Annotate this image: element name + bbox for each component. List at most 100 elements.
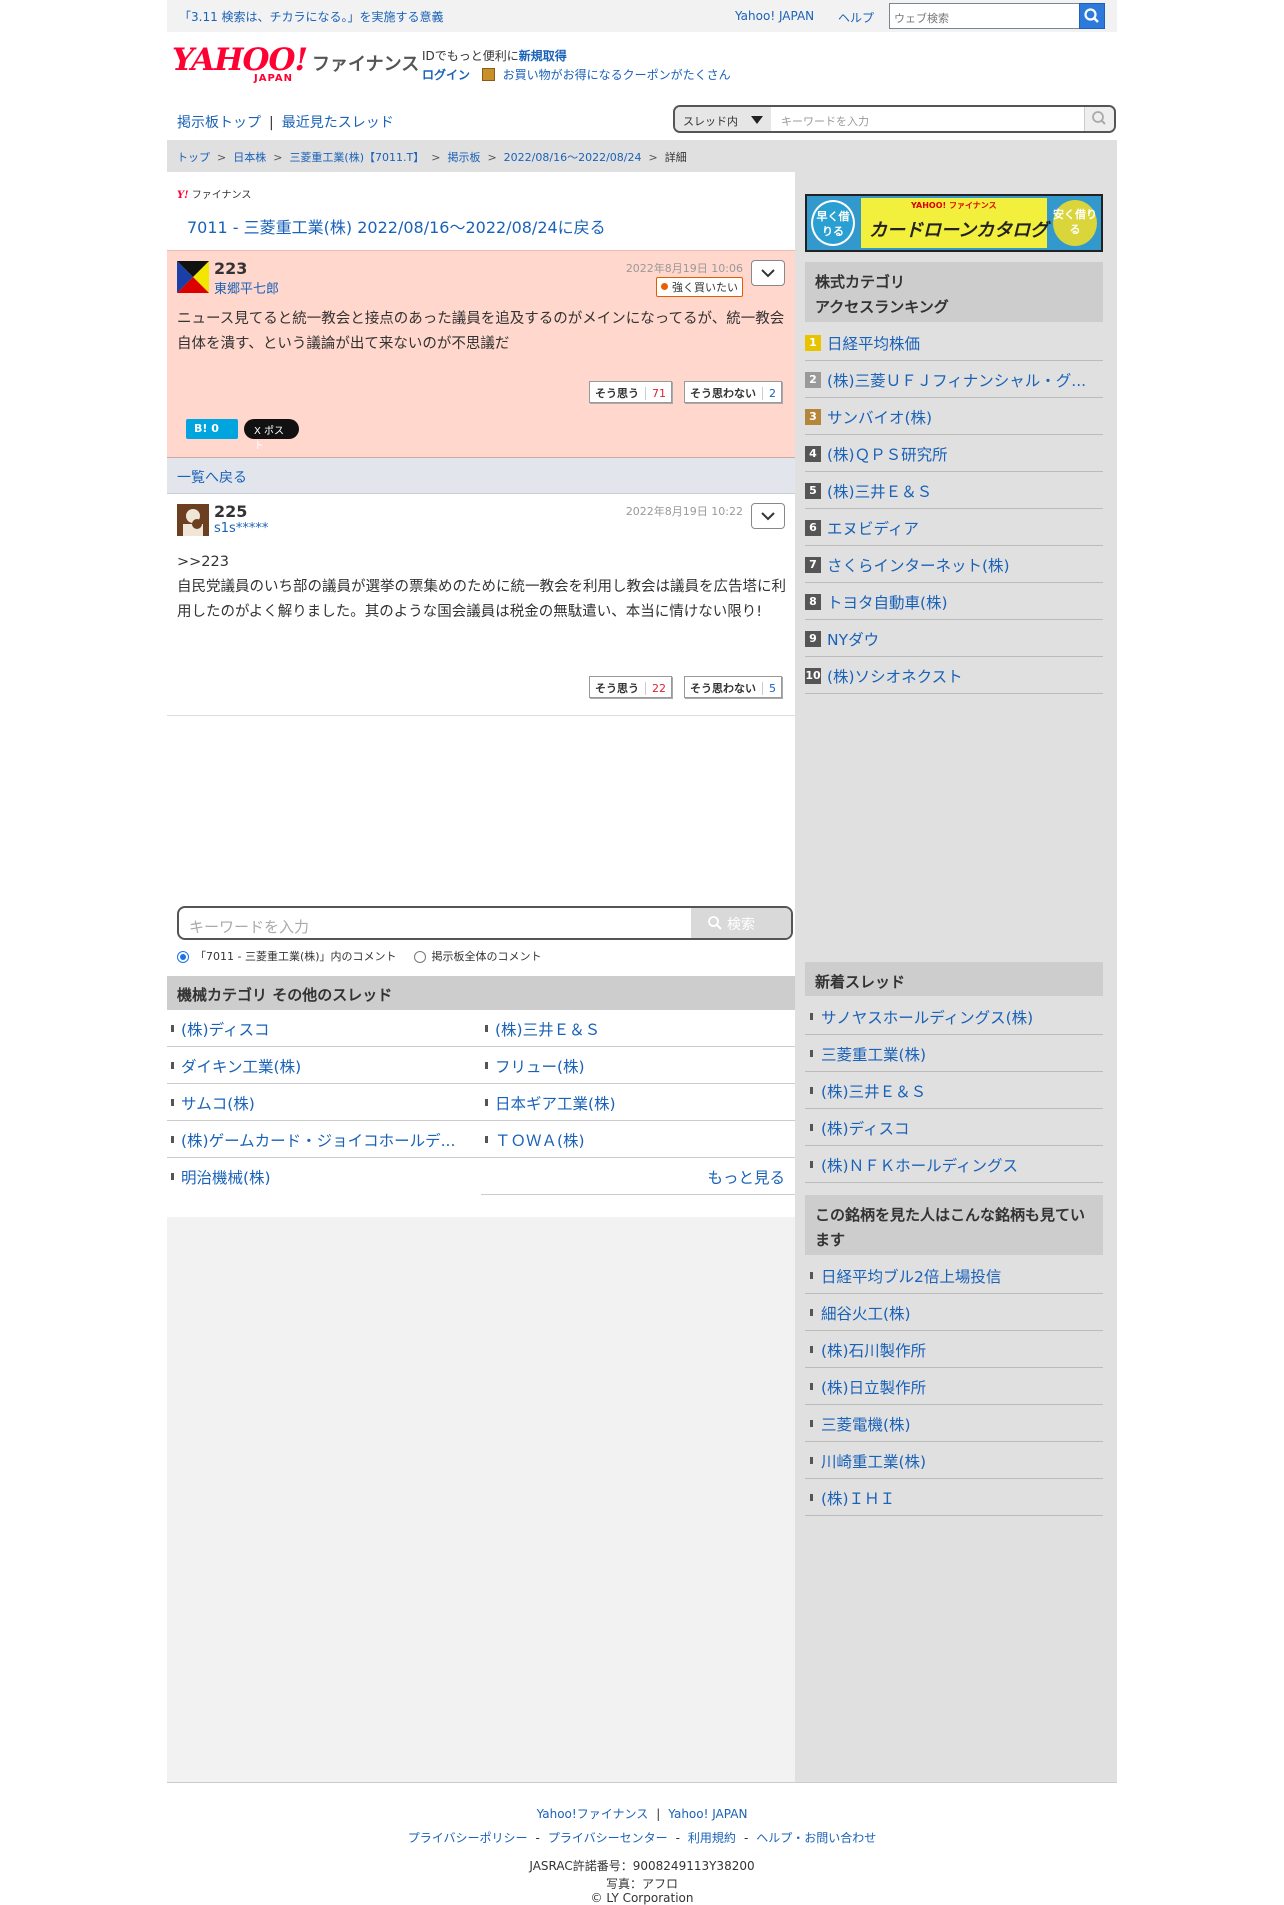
also-viewed-link[interactable]: 日経平均ブル2倍上場投信 xyxy=(805,1257,1103,1294)
other-thread-link[interactable]: フリュー(株) xyxy=(481,1047,795,1084)
new-thread-link[interactable]: (株)三井Ｅ＆Ｓ xyxy=(805,1072,1103,1109)
ranking-item-label: (株)三菱ＵＦＪフィナンシャル・グ... xyxy=(827,372,1087,390)
other-thread-link[interactable]: サムコ(株) xyxy=(167,1084,481,1121)
id-area: IDでもっと便利に新規取得 ログイン お買い物がお得になるクーポンがたくさん xyxy=(422,47,731,85)
ranking-item[interactable]: 8 トヨタ自動車(株) xyxy=(805,583,1103,620)
search-scope-value: スレッド内 xyxy=(683,115,738,128)
new-thread-link[interactable]: 三菱重工業(株) xyxy=(805,1035,1103,1072)
yahoo-japan-link[interactable]: Yahoo! JAPAN xyxy=(735,9,814,23)
hatena-bookmark-button[interactable]: B! 0 xyxy=(186,419,238,439)
disagree-button[interactable]: そう思わない 5 xyxy=(684,676,782,698)
rank-number: 3 xyxy=(805,409,821,425)
also-viewed-link[interactable]: 細谷火工(株) xyxy=(805,1294,1103,1331)
other-thread-link[interactable]: 日本ギア工業(株) xyxy=(481,1084,795,1121)
new-thread-link[interactable]: サノヤスホールディングス(株) xyxy=(805,998,1103,1035)
other-thread-link[interactable]: (株)三井Ｅ＆Ｓ xyxy=(481,1010,795,1047)
ranking-item[interactable]: 9 NYダウ xyxy=(805,620,1103,657)
login-link[interactable]: ログイン xyxy=(422,68,470,82)
breadcrumb-japan-stocks[interactable]: 日本株 xyxy=(233,151,266,164)
coupon-icon xyxy=(481,68,495,81)
search-scope-select[interactable]: スレッド内 xyxy=(675,107,771,131)
also-viewed-link[interactable]: (株)石川製作所 xyxy=(805,1331,1103,1368)
rank-number: 6 xyxy=(805,520,821,536)
register-link[interactable]: 新規取得 xyxy=(519,49,567,63)
keyword-search-button[interactable]: 検索 xyxy=(691,908,791,938)
footer-privacy-center-link[interactable]: プライバシーセンター xyxy=(548,1831,668,1845)
ranking-item-label: エヌビディア xyxy=(827,520,919,538)
search-icon xyxy=(1092,111,1106,125)
breadcrumb-period[interactable]: 2022/08/16〜2022/08/24 xyxy=(504,151,642,164)
other-thread-link[interactable]: 明治機械(株) xyxy=(167,1158,481,1195)
footer-terms-link[interactable]: 利用規約 xyxy=(688,1831,736,1845)
ad-brand: YAHOO! ファイナンス xyxy=(911,201,997,210)
avatar[interactable] xyxy=(177,261,209,293)
post-body: ニュース見てると統一教会と接点のあった議員を追及するのがメインになってるが、統一… xyxy=(177,311,785,352)
footer-yahoo-japan-link[interactable]: Yahoo! JAPAN xyxy=(668,1807,747,1821)
footer-privacy-policy-link[interactable]: プライバシーポリシー xyxy=(408,1831,528,1845)
back-to-thread-link[interactable]: 7011 - 三菱重工業(株) 2022/08/16〜2022/08/24に戻る xyxy=(187,214,606,238)
disagree-button[interactable]: そう思わない 2 xyxy=(684,381,782,403)
ranking-item[interactable]: 3 サンバイオ(株) xyxy=(805,398,1103,435)
ranking-item[interactable]: 5 (株)三井Ｅ＆Ｓ xyxy=(805,472,1103,509)
x-post-button[interactable]: X ポスト xyxy=(244,419,299,452)
new-thread-link[interactable]: (株)ディスコ xyxy=(805,1109,1103,1146)
thread-search-button[interactable] xyxy=(1084,107,1114,131)
keyword-search-box: キーワードを入力 検索 xyxy=(177,906,793,940)
more-threads-link[interactable]: もっと見る xyxy=(707,1166,785,1188)
post-menu-button[interactable] xyxy=(751,260,785,286)
comment-post: 225 s1s***** 2022年8月19日 10:22 >>223 自民党議… xyxy=(167,494,795,716)
back-to-list-link[interactable]: 一覧へ戻る xyxy=(167,458,795,494)
ranking-item-label: さくらインターネット(株) xyxy=(827,557,1010,575)
footer-help-link[interactable]: ヘルプ・お問い合わせ xyxy=(756,1831,876,1845)
post-menu-button[interactable] xyxy=(751,503,785,529)
help-link[interactable]: ヘルプ xyxy=(838,9,874,26)
new-thread-link[interactable]: (株)ＮＦＫホールディングス xyxy=(805,1146,1103,1183)
other-thread-link[interactable]: ダイキン工業(株) xyxy=(167,1047,481,1084)
also-viewed-link[interactable]: (株)ＩＨＩ xyxy=(805,1479,1103,1516)
breadcrumb-top[interactable]: トップ xyxy=(177,151,210,164)
chevron-down-icon xyxy=(761,512,775,521)
board-top-link[interactable]: 掲示板トップ xyxy=(177,115,261,131)
radio-thread-comments[interactable] xyxy=(177,951,189,963)
breadcrumb-stock[interactable]: 三菱重工業(株)【7011.T】 xyxy=(289,151,424,164)
agree-button[interactable]: そう思う 22 xyxy=(589,676,672,698)
post-author[interactable]: s1s***** xyxy=(214,521,268,536)
web-search-input[interactable]: ウェブ検索 xyxy=(889,3,1089,29)
keyword-search-input[interactable]: キーワードを入力 xyxy=(189,916,309,937)
ranking-item[interactable]: 2 (株)三菱ＵＦＪフィナンシャル・グ... xyxy=(805,361,1103,398)
post-author[interactable]: 東郷平七郎 xyxy=(214,278,279,297)
ranking-item-label: 日経平均株価 xyxy=(827,335,921,353)
breadcrumb-board[interactable]: 掲示板 xyxy=(447,151,480,164)
thread-search-input[interactable]: キーワードを入力 xyxy=(781,113,869,129)
agree-button[interactable]: そう思う 71 xyxy=(589,381,672,403)
post-number[interactable]: 223 xyxy=(214,259,247,278)
recent-threads-link[interactable]: 最近見たスレッド xyxy=(282,115,394,131)
other-threads-last-row: 明治機械(株) もっと見る xyxy=(167,1158,795,1195)
rank-number: 9 xyxy=(805,631,821,647)
footer-yahoo-finance-link[interactable]: Yahoo!ファイナンス xyxy=(537,1807,649,1821)
disagree-count: 5 xyxy=(762,682,776,695)
ranking-item-label: (株)ソシオネクスト xyxy=(827,668,963,686)
also-viewed-link[interactable]: 川崎重工業(株) xyxy=(805,1442,1103,1479)
also-viewed-link[interactable]: 三菱電機(株) xyxy=(805,1405,1103,1442)
ranking-item-label: (株)ＱＰＳ研究所 xyxy=(827,446,948,464)
radio-all-comments[interactable] xyxy=(413,951,426,963)
other-thread-link[interactable]: (株)ゲームカード・ジョイコホールデ... xyxy=(167,1121,481,1158)
coupon-link[interactable]: お買い物がお得になるクーポンがたくさん xyxy=(503,68,731,82)
ranking-item[interactable]: 7 さくらインターネット(株) xyxy=(805,546,1103,583)
web-search-button[interactable] xyxy=(1079,3,1105,29)
post-number[interactable]: 225 xyxy=(214,502,247,521)
notice-link[interactable]: 「3.11 検索は、チカラになる。」を実施する意義 xyxy=(179,8,444,25)
other-thread-link[interactable]: ＴＯＷＡ(株) xyxy=(481,1121,795,1158)
ranking-item[interactable]: 4 (株)ＱＰＳ研究所 xyxy=(805,435,1103,472)
ranking-item[interactable]: 6 エヌビディア xyxy=(805,509,1103,546)
other-thread-link[interactable]: (株)ディスコ xyxy=(167,1010,481,1047)
also-viewed-link[interactable]: (株)日立製作所 xyxy=(805,1368,1103,1405)
card-loan-ad-banner[interactable]: 早く借りる YAHOO! ファイナンス カードローンカタログ 安く借りる xyxy=(805,194,1103,252)
avatar[interactable] xyxy=(177,504,209,536)
search-scope-options: 「7011 - 三菱重工業(株)」内のコメント 掲示板全体のコメント xyxy=(177,948,542,964)
yahoo-finance-logo[interactable]: YAHOO! JAPAN ファイナンス xyxy=(172,44,419,84)
rank-number: 10 xyxy=(805,668,821,684)
ranking-item[interactable]: 1 日経平均株価 xyxy=(805,324,1103,361)
ranking-item[interactable]: 10 (株)ソシオネクスト xyxy=(805,657,1103,694)
